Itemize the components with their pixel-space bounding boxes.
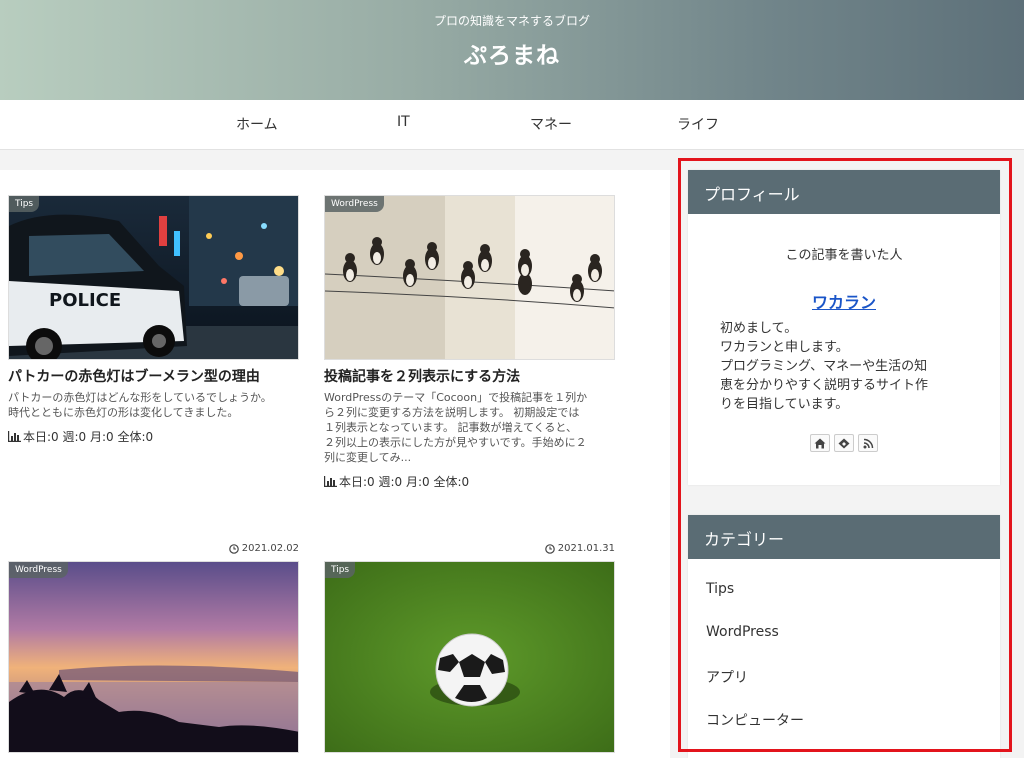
excerpt-line: 時代とともに赤色灯の形は変化してきました。	[8, 406, 239, 419]
nav-item-life[interactable]: ライフ	[677, 114, 719, 134]
nav-item-it[interactable]: IT	[397, 114, 410, 130]
bar-chart-icon	[324, 476, 337, 487]
global-nav: ホーム IT マネー ライフ	[0, 100, 1024, 150]
category-badge[interactable]: Tips	[9, 196, 40, 212]
soccer-ball-image	[325, 562, 614, 752]
excerpt-line: WordPressのテーマ「Cocoon」で投稿記事を１列か	[324, 391, 588, 404]
post-title[interactable]: パトカーの赤色灯はブーメラン型の理由	[8, 368, 299, 386]
site-title[interactable]: ぷろまね	[0, 36, 1024, 70]
post-card[interactable]: Tips	[324, 561, 615, 753]
post-thumbnail[interactable]: WordPress	[8, 561, 299, 753]
post-date-text: 2021.01.31	[557, 543, 615, 554]
nav-item-money[interactable]: マネー	[530, 114, 572, 134]
post-thumbnail[interactable]: WordPress	[324, 195, 615, 360]
post-date: 2021.02.02	[228, 543, 299, 554]
site-tagline: プロの知識をマネするブログ	[433, 14, 590, 28]
post-card[interactable]: WordPress	[8, 561, 299, 753]
excerpt-line: ら２列に変更する方法を説明します。 初期設定では	[324, 406, 580, 419]
view-counts-text: 本日:0 週:0 月:0 全体:0	[339, 475, 470, 489]
post-card[interactable]: POLICE Tips パトカーの赤色灯はブーメラン型の理由 パトカーの赤色灯は…	[8, 195, 299, 554]
nav-item-home[interactable]: ホーム	[236, 114, 278, 134]
post-date-text: 2021.02.02	[241, 543, 299, 554]
post-card[interactable]: WordPress 投稿記事を２列表示にする方法 WordPressのテーマ「C…	[324, 195, 615, 554]
post-view-counts: 本日:0 週:0 月:0 全体:0	[8, 428, 299, 445]
post-list: POLICE Tips パトカーの赤色灯はブーメラン型の理由 パトカーの赤色灯は…	[0, 170, 670, 758]
svg-text:POLICE: POLICE	[49, 290, 121, 311]
category-badge[interactable]: WordPress	[325, 196, 384, 212]
post-date: 2021.01.31	[544, 543, 615, 554]
sidebar-highlight-box	[678, 158, 1012, 752]
post-view-counts: 本日:0 週:0 月:0 全体:0	[324, 473, 615, 490]
category-badge[interactable]: WordPress	[9, 562, 68, 578]
excerpt-line: パトカーの赤色灯はどんな形をしているでしょうか。	[8, 391, 272, 404]
post-thumbnail[interactable]: POLICE Tips	[8, 195, 299, 360]
excerpt-line: ２列以上の表示にした方が見やすいです。手始めに２	[324, 436, 587, 449]
sunset-sea-image	[9, 562, 298, 752]
post-title[interactable]: 投稿記事を２列表示にする方法	[324, 368, 615, 386]
excerpt-line: １列表示となっています。 記事数が増えてくると、	[324, 421, 577, 434]
clock-icon	[544, 543, 555, 554]
police-car-image: POLICE	[9, 196, 298, 359]
post-excerpt: パトカーの赤色灯はどんな形をしているでしょうか。 時代とともに赤色灯の形は変化し…	[8, 390, 299, 420]
bar-chart-icon	[8, 431, 21, 442]
category-badge[interactable]: Tips	[325, 562, 356, 578]
view-counts-text: 本日:0 週:0 月:0 全体:0	[23, 430, 154, 444]
post-excerpt: WordPressのテーマ「Cocoon」で投稿記事を１列か ら２列に変更する方…	[324, 390, 615, 465]
site-header: プロの知識をマネするブログ ぷろまね	[0, 0, 1024, 100]
excerpt-line: 列に変更してみ...	[324, 451, 412, 464]
post-thumbnail[interactable]: Tips	[324, 561, 615, 753]
birds-on-wire-image	[325, 196, 614, 359]
clock-icon	[228, 543, 239, 554]
